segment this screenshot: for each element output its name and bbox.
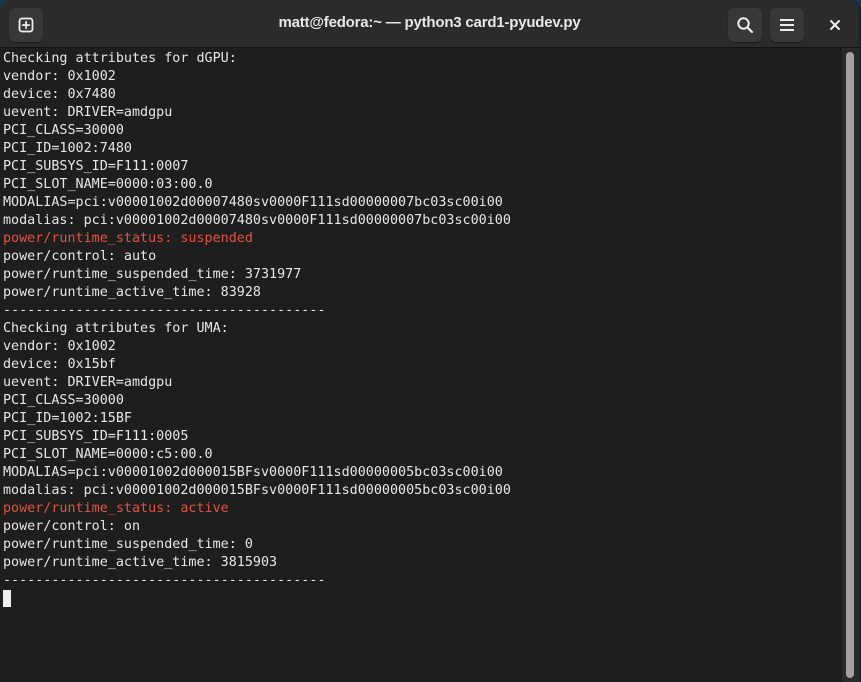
terminal-output[interactable]: Checking attributes for dGPU: vendor: 0x1… [0, 48, 842, 682]
terminal-line: PCI_SLOT_NAME=0000:c5:00.0 [3, 447, 213, 462]
terminal-line: power/runtime_active_time: 3815903 [3, 555, 278, 570]
terminal-line: PCI_SLOT_NAME=0000:03:00.0 [3, 177, 213, 192]
close-icon [830, 20, 840, 30]
hamburger-menu-icon [780, 19, 794, 31]
terminal-line: PCI_SUBSYS_ID=F111:0005 [3, 429, 189, 444]
vertical-scrollbar[interactable] [842, 48, 859, 682]
terminal-line: device: 0x7480 [3, 87, 116, 102]
terminal-line: MODALIAS=pci:v00001002d00007480sv0000F11… [3, 195, 503, 210]
terminal-line: uevent: DRIVER=amdgpu [3, 105, 173, 120]
terminal-line-highlighted: power/runtime_status: active [3, 501, 229, 516]
cursor-line [3, 590, 842, 608]
terminal-line: Checking attributes for dGPU: [3, 51, 237, 66]
terminal-line: vendor: 0x1002 [3, 69, 116, 84]
terminal-line: PCI_ID=1002:7480 [3, 141, 132, 156]
main-menu-button[interactable] [770, 8, 804, 42]
terminal-line: PCI_ID=1002:15BF [3, 411, 132, 426]
terminal-line: device: 0x15bf [3, 357, 116, 372]
text-cursor [3, 590, 11, 607]
terminal-line: ---------------------------------------- [3, 573, 326, 588]
terminal-line: vendor: 0x1002 [3, 339, 116, 354]
terminal-line: PCI_SUBSYS_ID=F111:0007 [3, 159, 189, 174]
terminal-line: PCI_CLASS=30000 [3, 393, 124, 408]
close-button[interactable] [818, 8, 852, 42]
terminal-line: power/runtime_suspended_time: 3731977 [3, 267, 302, 282]
search-button[interactable] [728, 8, 762, 42]
terminal-line: ---------------------------------------- [3, 303, 326, 318]
terminal-line: modalias: pci:v00001002d00007480sv0000F1… [3, 213, 511, 228]
search-icon [737, 17, 754, 34]
scrollbar-thumb[interactable] [846, 52, 854, 678]
terminal-line: power/control: on [3, 519, 141, 534]
terminal-line: MODALIAS=pci:v00001002d000015BFsv0000F11… [3, 465, 503, 480]
terminal-window: matt@fedora:~ — python3 card1-pyudev.py … [0, 0, 861, 682]
terminal-line: PCI_CLASS=30000 [3, 123, 124, 138]
terminal-line: uevent: DRIVER=amdgpu [3, 375, 173, 390]
terminal-line: power/control: auto [3, 249, 157, 264]
headerbar: matt@fedora:~ — python3 card1-pyudev.py [0, 0, 859, 48]
terminal-line-highlighted: power/runtime_status: suspended [3, 231, 253, 246]
terminal-line: modalias: pci:v00001002d000015BFsv0000F1… [3, 483, 511, 498]
terminal-line: power/runtime_suspended_time: 0 [3, 537, 253, 552]
terminal-line: power/runtime_active_time: 83928 [3, 285, 261, 300]
terminal-line: Checking attributes for UMA: [3, 321, 229, 336]
